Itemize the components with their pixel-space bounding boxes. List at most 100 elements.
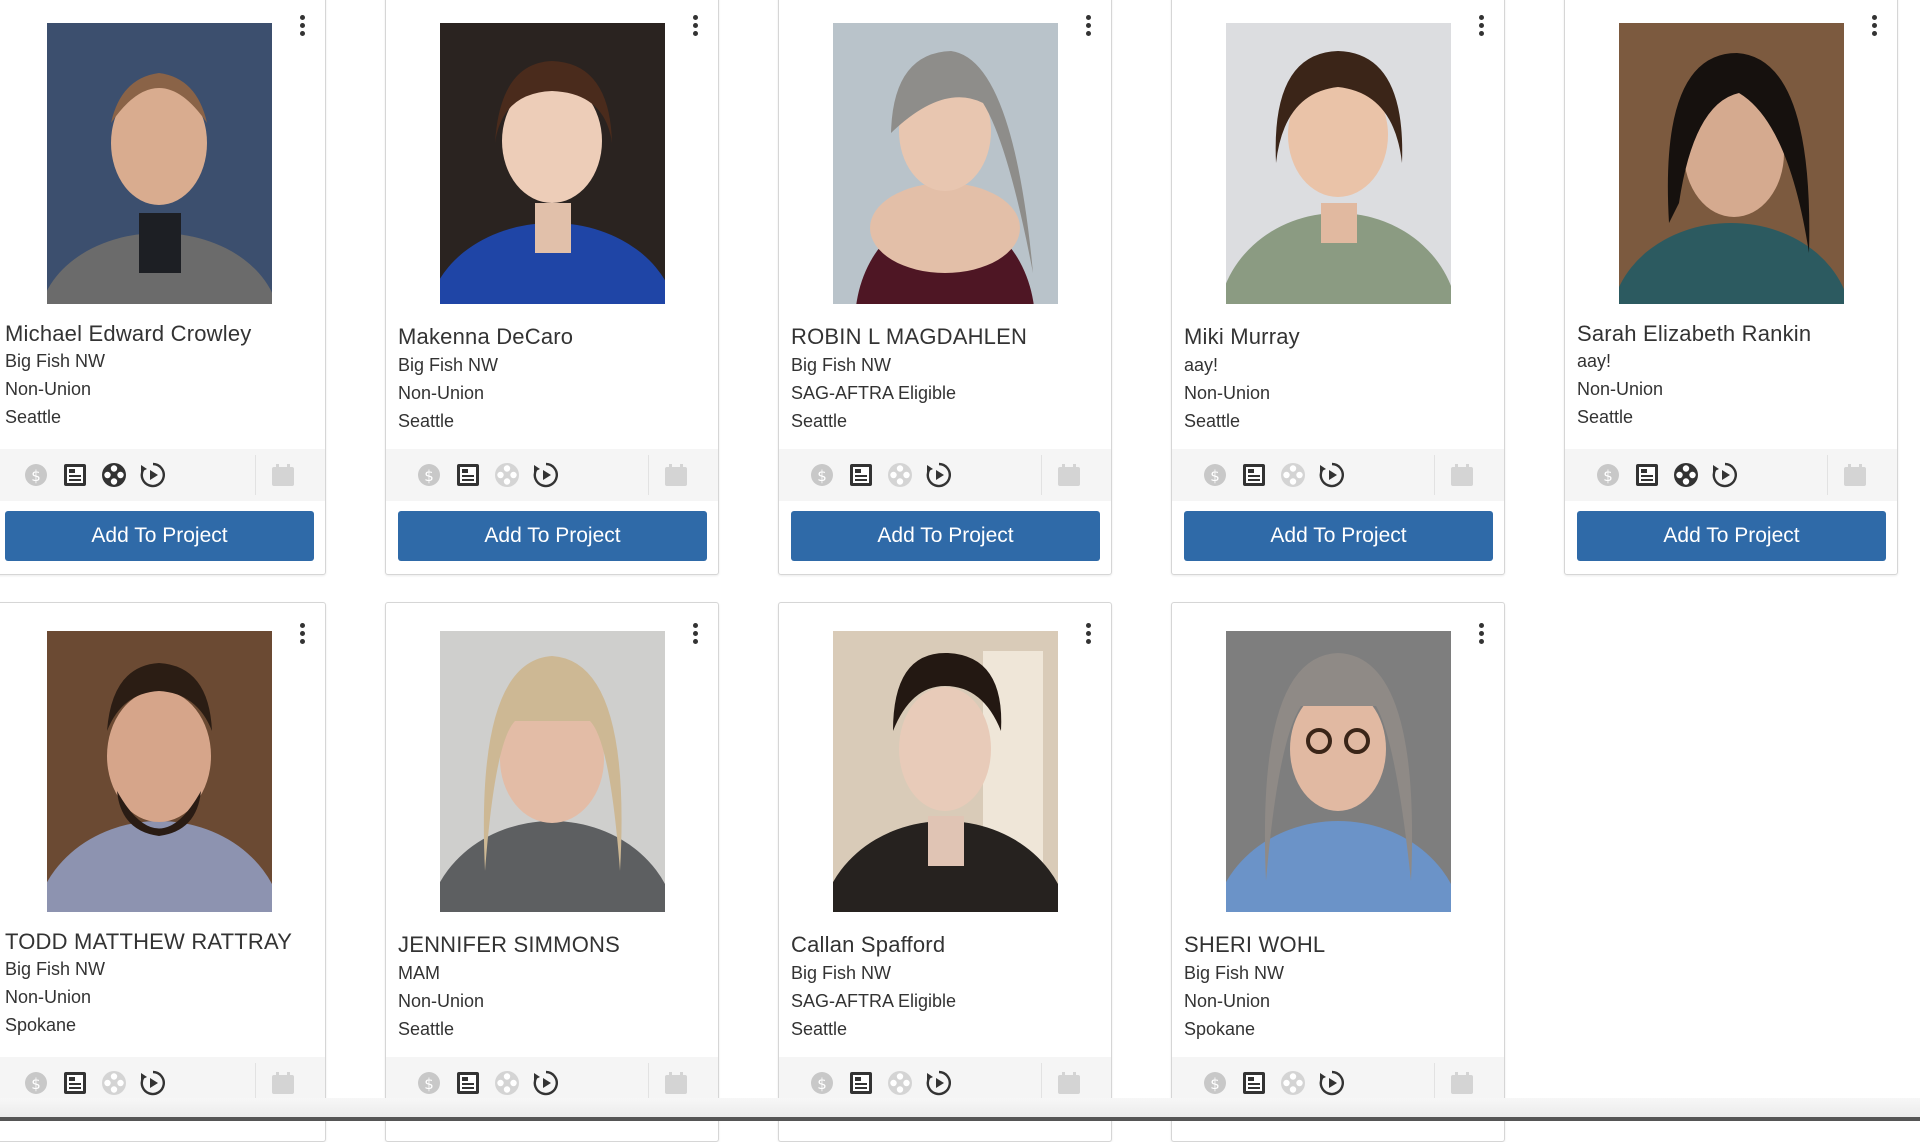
talent-card: Sarah Elizabeth Rankin aay! Non-Union Se… <box>1564 0 1898 575</box>
dollar-icon[interactable]: $ <box>1202 462 1228 488</box>
headshot-photo[interactable] <box>1619 23 1844 304</box>
resume-icon[interactable] <box>62 462 88 488</box>
svg-text:$: $ <box>31 1075 41 1093</box>
add-to-project-button[interactable]: Add To Project <box>5 511 314 561</box>
more-options-icon[interactable] <box>1474 623 1488 649</box>
film-reel-icon[interactable] <box>887 1070 913 1096</box>
play-history-icon[interactable] <box>926 1070 952 1096</box>
play-history-icon[interactable] <box>1712 462 1738 488</box>
calendar-icon[interactable] <box>663 1070 689 1096</box>
dollar-icon[interactable]: $ <box>416 462 442 488</box>
talent-name[interactable]: Makenna DeCaro <box>398 324 710 350</box>
play-history-icon[interactable] <box>533 1070 559 1096</box>
headshot-photo[interactable] <box>440 23 665 304</box>
film-reel-icon[interactable] <box>1673 462 1699 488</box>
play-history-icon[interactable] <box>140 1070 166 1096</box>
talent-union-status: Non-Union <box>5 987 92 1007</box>
more-options-icon[interactable] <box>688 15 702 41</box>
headshot-photo[interactable] <box>833 23 1058 304</box>
play-history-icon[interactable] <box>533 462 559 488</box>
film-reel-icon[interactable] <box>101 462 127 488</box>
play-history-icon[interactable] <box>1319 462 1345 488</box>
more-options-icon[interactable] <box>295 15 309 41</box>
dollar-icon[interactable]: $ <box>809 1070 835 1096</box>
calendar-icon[interactable] <box>663 462 689 488</box>
resume-icon[interactable] <box>455 1070 481 1096</box>
talent-agency: Big Fish NW <box>398 355 499 375</box>
film-reel-icon[interactable] <box>887 462 913 488</box>
more-options-icon[interactable] <box>1867 15 1881 41</box>
add-to-project-button[interactable]: Add To Project <box>1184 511 1493 561</box>
dollar-icon[interactable]: $ <box>23 462 49 488</box>
divider <box>1041 455 1042 495</box>
talent-union-status: Non-Union <box>398 383 485 403</box>
add-to-project-button[interactable]: Add To Project <box>398 511 707 561</box>
talent-agency: Big Fish NW <box>5 351 106 371</box>
dollar-icon[interactable]: $ <box>1595 462 1621 488</box>
resume-icon[interactable] <box>62 1070 88 1096</box>
talent-card: TODD MATTHEW RATTRAY Big Fish NW Non-Uni… <box>0 602 326 1142</box>
svg-text:$: $ <box>31 467 41 485</box>
dollar-icon[interactable]: $ <box>416 1070 442 1096</box>
talent-card: Michael Edward Crowley Big Fish NW Non-U… <box>0 0 326 575</box>
calendar-icon[interactable] <box>1842 462 1868 488</box>
talent-name[interactable]: ROBIN L MAGDAHLEN <box>791 324 1103 350</box>
talent-union-status: Non-Union <box>1184 991 1271 1011</box>
film-reel-icon[interactable] <box>1280 462 1306 488</box>
headshot-photo[interactable] <box>440 631 665 912</box>
add-to-project-button[interactable]: Add To Project <box>1577 511 1886 561</box>
headshot-photo[interactable] <box>1226 23 1451 304</box>
talent-agency: Big Fish NW <box>791 963 892 983</box>
talent-name[interactable]: Sarah Elizabeth Rankin <box>1577 321 1889 347</box>
film-reel-icon[interactable] <box>494 1070 520 1096</box>
more-options-icon[interactable] <box>1081 623 1095 649</box>
resume-icon[interactable] <box>1241 462 1267 488</box>
resume-icon[interactable] <box>455 462 481 488</box>
dollar-icon[interactable]: $ <box>809 462 835 488</box>
talent-card: SHERI WOHL Big Fish NW Non-Union Spokane… <box>1171 602 1505 1142</box>
divider <box>1434 1063 1435 1103</box>
more-options-icon[interactable] <box>1081 15 1095 41</box>
talent-name[interactable]: Miki Murray <box>1184 324 1496 350</box>
divider <box>648 455 649 495</box>
play-history-icon[interactable] <box>926 462 952 488</box>
add-to-project-button[interactable]: Add To Project <box>791 511 1100 561</box>
calendar-icon[interactable] <box>1056 462 1082 488</box>
resume-icon[interactable] <box>848 1070 874 1096</box>
dollar-icon[interactable]: $ <box>1202 1070 1228 1096</box>
more-options-icon[interactable] <box>295 623 309 649</box>
talent-name[interactable]: Michael Edward Crowley <box>5 321 317 347</box>
talent-name[interactable]: Callan Spafford <box>791 932 1103 958</box>
divider <box>255 1063 256 1103</box>
headshot-photo[interactable] <box>47 631 272 912</box>
svg-text:$: $ <box>1603 467 1613 485</box>
calendar-icon[interactable] <box>1056 1070 1082 1096</box>
talent-city: Seattle <box>791 411 848 431</box>
calendar-icon[interactable] <box>1449 462 1475 488</box>
headshot-photo[interactable] <box>833 631 1058 912</box>
calendar-icon[interactable] <box>270 1070 296 1096</box>
resume-icon[interactable] <box>1241 1070 1267 1096</box>
talent-name[interactable]: JENNIFER SIMMONS <box>398 932 710 958</box>
calendar-icon[interactable] <box>1449 1070 1475 1096</box>
more-options-icon[interactable] <box>1474 15 1488 41</box>
play-history-icon[interactable] <box>1319 1070 1345 1096</box>
dollar-icon[interactable]: $ <box>23 1070 49 1096</box>
film-reel-icon[interactable] <box>1280 1070 1306 1096</box>
talent-agency: Big Fish NW <box>5 959 106 979</box>
headshot-photo[interactable] <box>47 23 272 304</box>
talent-agency: Big Fish NW <box>1184 963 1285 983</box>
resume-icon[interactable] <box>1634 462 1660 488</box>
headshot-photo[interactable] <box>1226 631 1451 912</box>
talent-card: Miki Murray aay! Non-Union Seattle $ Add… <box>1171 0 1505 575</box>
film-reel-icon[interactable] <box>494 462 520 488</box>
talent-name[interactable]: SHERI WOHL <box>1184 932 1496 958</box>
svg-text:$: $ <box>424 467 434 485</box>
play-history-icon[interactable] <box>140 462 166 488</box>
talent-name[interactable]: TODD MATTHEW RATTRAY <box>5 929 317 955</box>
talent-union-status: Non-Union <box>1577 379 1664 399</box>
calendar-icon[interactable] <box>270 462 296 488</box>
more-options-icon[interactable] <box>688 623 702 649</box>
film-reel-icon[interactable] <box>101 1070 127 1096</box>
resume-icon[interactable] <box>848 462 874 488</box>
